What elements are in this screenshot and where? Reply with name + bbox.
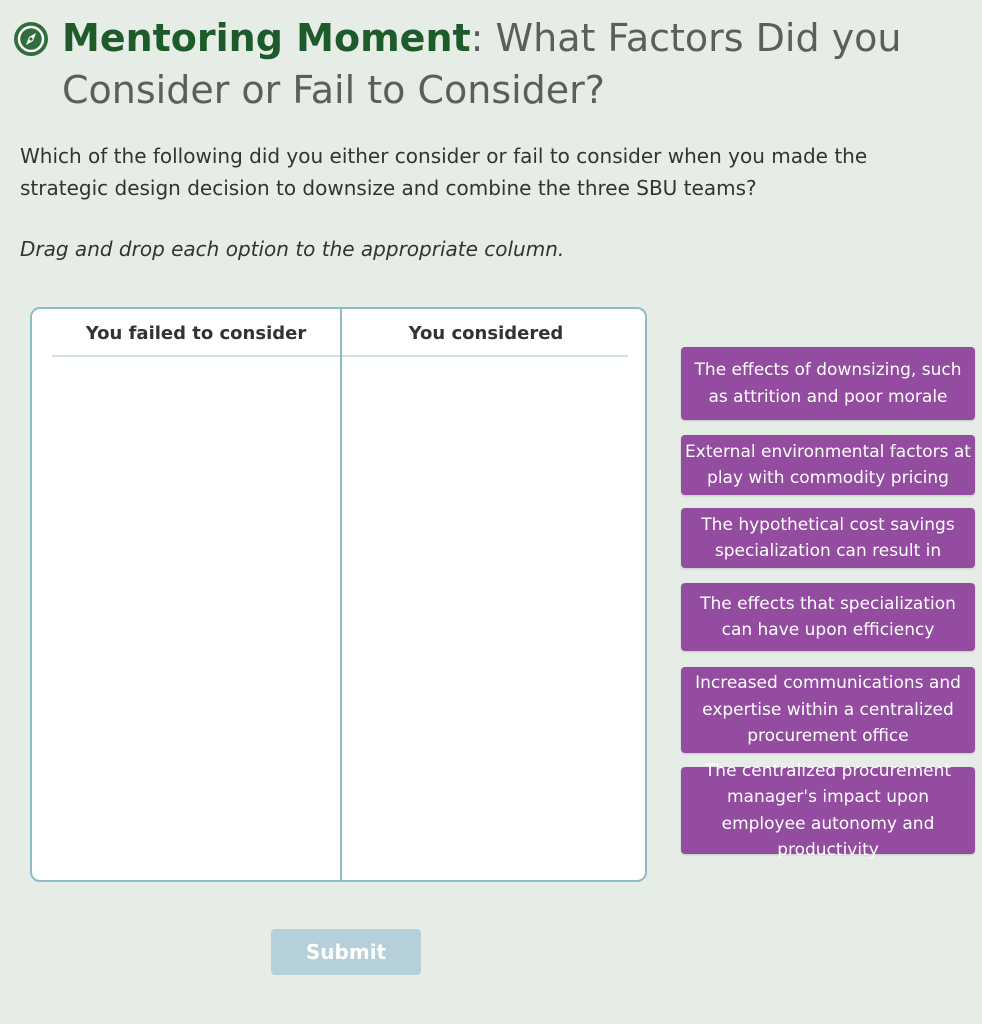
- option-card[interactable]: The effects that specialization can have…: [681, 583, 975, 651]
- option-card[interactable]: The centralized procurement manager's im…: [681, 761, 975, 860]
- drop-zone-considered[interactable]: [344, 359, 642, 874]
- option-card[interactable]: External environmental factors at play w…: [681, 435, 975, 495]
- column-header-considered: You considered: [408, 323, 564, 344]
- title-highlight: Mentoring Moment: [62, 16, 471, 60]
- intro-text: Which of the following did you either co…: [20, 144, 868, 200]
- option-card[interactable]: Increased communications and expertise w…: [681, 667, 975, 753]
- column-header-divider: [52, 355, 340, 357]
- compass-icon: [14, 22, 48, 56]
- column-header-failed: You failed to consider: [85, 323, 307, 344]
- submit-button[interactable]: Submit: [271, 929, 421, 975]
- page-title: Mentoring Moment: What Factors Did you C…: [62, 12, 942, 116]
- sorting-board: You failed to consider You considered: [30, 307, 647, 882]
- column-header-divider: [342, 355, 628, 357]
- option-card[interactable]: The effects of downsizing, such as attri…: [681, 347, 975, 420]
- column-divider: [340, 309, 342, 880]
- instruction-text: Drag and drop each option to the appropr…: [20, 237, 565, 261]
- option-card[interactable]: The hypothetical cost savings specializa…: [681, 508, 975, 568]
- drop-zone-failed-to-consider[interactable]: [38, 359, 338, 874]
